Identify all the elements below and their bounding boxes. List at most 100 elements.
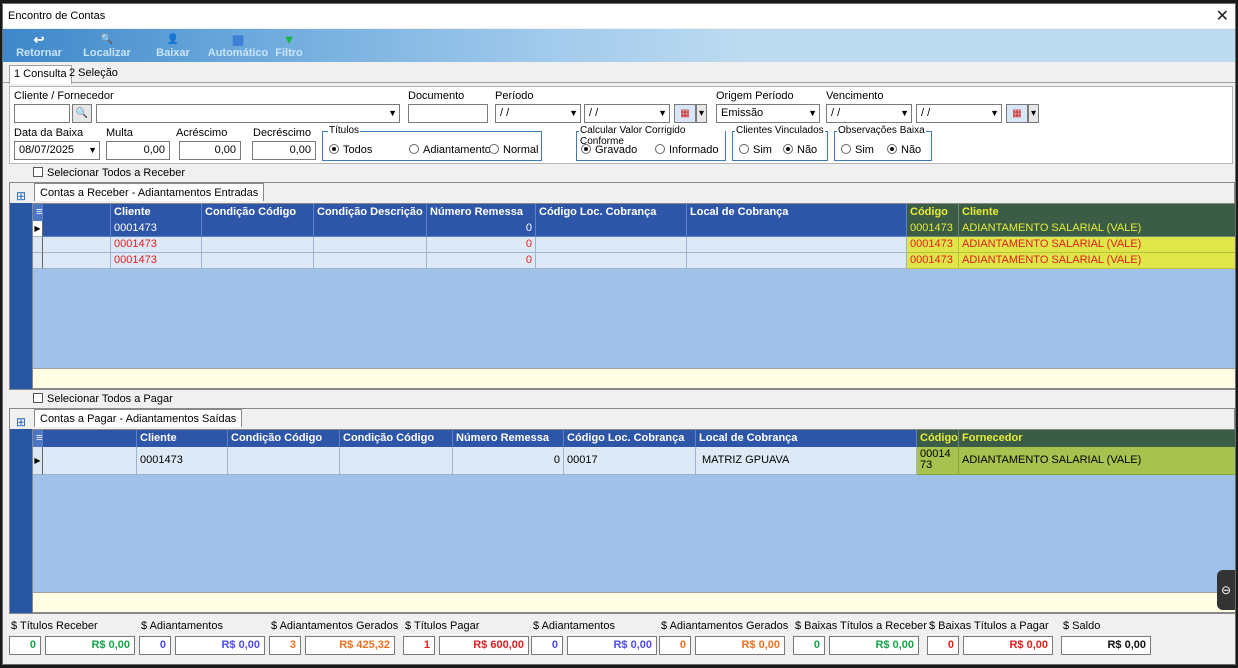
col-local-cobranca[interactable]: Local de Cobrança [696, 430, 917, 447]
titulos-pagar-value: R$ 600,00 [439, 636, 529, 655]
baixar-button[interactable]: 👤 Baixar [151, 32, 195, 60]
col-codigo-loc-cobranca[interactable]: Código Loc. Cobrança [536, 204, 687, 221]
table-row[interactable]: ▶ 0001473 0 0001473 ADIANTAMENTO SALARIA… [33, 221, 1235, 237]
col-empty [43, 430, 137, 447]
col-numero-remessa[interactable]: Número Remessa [427, 204, 536, 221]
tab-pagar[interactable]: Contas a Pagar - Adiantamentos Saídas [34, 409, 243, 427]
calcular-informado-radio[interactable]: Informado [655, 144, 719, 156]
select-all-pagar-checkbox[interactable]: Selecionar Todos a Pagar [33, 393, 173, 405]
calendar-icon: ▦ [680, 108, 690, 119]
calcular-gravado-radio[interactable]: Gravado [581, 144, 637, 156]
col-cliente[interactable]: Cliente [111, 204, 202, 221]
close-icon[interactable]: ✕ [1216, 6, 1229, 26]
filter-icon: ▼ [282, 32, 296, 47]
col-cliente-nome[interactable]: Cliente [959, 204, 1235, 221]
receber-grid: ≡ Cliente Condição Código Condição Descr… [32, 203, 1235, 389]
vencimento-ate-combo[interactable]: / / ▼ [916, 104, 1002, 123]
observacoes-nao-radio[interactable]: Não [887, 144, 921, 156]
tab-receber[interactable]: Contas a Receber - Adiantamentos Entrada… [34, 183, 265, 201]
vinculados-sim-radio[interactable]: Sim [739, 144, 772, 156]
periodo-calendar-dropdown[interactable]: ▾ [696, 104, 707, 123]
search-icon: 🔍 [100, 34, 114, 45]
observacoes-sim-radio[interactable]: Sim [841, 144, 874, 156]
column-menu-icon[interactable]: ≡ [33, 204, 43, 221]
collapse-side-icon[interactable]: ⊖ [1217, 570, 1235, 610]
titulos-normal-radio[interactable]: Normal [489, 144, 538, 156]
col-codigo[interactable]: Código [917, 430, 959, 447]
toolbar: ↩ Retornar 🔍 Localizar 👤 Baixar ▦ Automá… [3, 29, 1235, 62]
tab-consulta[interactable]: 1 Consulta [9, 65, 72, 84]
col-numero-remessa[interactable]: Número Remessa [453, 430, 564, 447]
column-menu-icon[interactable]: ≡ [33, 430, 43, 447]
chevron-down-icon: ▼ [88, 145, 97, 155]
baixas-receber-count: 0 [793, 636, 825, 655]
grid-config-icon[interactable]: ⊞ [16, 415, 26, 429]
chevron-down-icon: ▼ [900, 108, 909, 118]
table-row[interactable]: 0001473 0 0001473 ADIANTAMENTO SALARIAL … [33, 253, 1235, 269]
return-icon: ↩ [33, 32, 45, 47]
select-all-receber-checkbox[interactable]: Selecionar Todos a Receber [33, 167, 185, 179]
vencimento-de-combo[interactable]: / / ▼ [826, 104, 912, 123]
filtro-button[interactable]: ▼ Filtro [271, 32, 307, 60]
titulos-adiantamentos-radio[interactable]: Adiantamentos [409, 144, 496, 156]
acrescimo-label: Acréscimo [176, 127, 228, 139]
col-condicao-codigo-2[interactable]: Condição Código [340, 430, 453, 447]
data-baixa-label: Data da Baixa [14, 127, 84, 139]
calendar-icon: ▦ [1012, 108, 1022, 119]
origem-label: Origem Período [716, 90, 794, 102]
documento-input[interactable] [408, 104, 488, 123]
periodo-de-combo[interactable]: / / ▼ [495, 104, 581, 123]
decrescimo-input[interactable]: 0,00 [252, 141, 316, 160]
acrescimo-input[interactable]: 0,00 [179, 141, 241, 160]
col-codigo[interactable]: Código [907, 204, 959, 221]
adiant-gerados-pagar-value: R$ 0,00 [695, 636, 785, 655]
chevron-down-icon: ▾ [1030, 108, 1037, 119]
col-condicao-codigo[interactable]: Condição Código [202, 204, 314, 221]
receber-grid-header: ≡ Cliente Condição Código Condição Descr… [33, 204, 1235, 221]
origem-combo[interactable]: Emissão ▼ [716, 104, 820, 123]
titulos-pagar-count: 1 [403, 636, 435, 655]
col-condicao-codigo[interactable]: Condição Código [228, 430, 340, 447]
window-title: Encontro de Contas [8, 10, 106, 22]
titulos-todos-radio[interactable]: Todos [329, 144, 372, 156]
multa-label: Multa [106, 127, 133, 139]
vinculados-nao-radio[interactable]: Não [783, 144, 817, 156]
periodo-ate-combo[interactable]: / / ▼ [584, 104, 670, 123]
pagar-grid: ≡ Cliente Condição Código Condição Códig… [32, 429, 1235, 613]
baixas-pagar-label: $ Baixas Títulos a Pagar [929, 620, 1049, 632]
chevron-down-icon: ▼ [808, 108, 817, 118]
baixas-pagar-value: R$ 0,00 [963, 636, 1053, 655]
cliente-name-combo[interactable]: ▼ [96, 104, 400, 123]
saldo-value: R$ 0,00 [1061, 636, 1151, 655]
multa-input[interactable]: 0,00 [106, 141, 170, 160]
pagar-left-bar [10, 429, 32, 613]
col-local-cobranca[interactable]: Local de Cobrança [687, 204, 907, 221]
data-baixa-combo[interactable]: 08/07/2025 ▼ [14, 141, 100, 160]
pagar-grid-panel: ⊞ Contas a Pagar - Adiantamentos Saídas … [9, 408, 1235, 614]
col-cliente[interactable]: Cliente [137, 430, 228, 447]
documento-label: Documento [408, 90, 465, 102]
search-cliente-button[interactable]: 🔍 [72, 104, 92, 123]
automatico-button[interactable]: ▦ Automático [205, 32, 271, 60]
col-codigo-loc-cobranca[interactable]: Código Loc. Cobrança [564, 430, 696, 447]
adiant-gerados-receber-label: $ Adiantamentos Gerados [271, 620, 399, 632]
retornar-button[interactable]: ↩ Retornar [13, 32, 65, 60]
localizar-button[interactable]: 🔍 Localizar [79, 32, 135, 60]
periodo-calendar-button[interactable]: ▦ [674, 104, 696, 123]
table-row[interactable]: ▶ 0001473 0 00017 MATRIZ GPUAVA 0001473 … [33, 447, 1235, 475]
observacoes-group: Observações Baixa Sim Não [834, 125, 932, 161]
baixas-receber-value: R$ 0,00 [829, 636, 919, 655]
tab-selecao[interactable]: 2 Seleção [65, 65, 122, 83]
cliente-code-input[interactable] [14, 104, 70, 123]
grid-config-icon[interactable]: ⊞ [16, 189, 26, 203]
pagar-grid-header: ≡ Cliente Condição Código Condição Códig… [33, 430, 1235, 447]
col-condicao-descricao[interactable]: Condição Descrição [314, 204, 427, 221]
vencimento-calendar-dropdown[interactable]: ▾ [1028, 104, 1039, 123]
main-window: Encontro de Contas ✕ ↩ Retornar 🔍 Locali… [2, 3, 1236, 665]
adiantamentos-pagar-count: 0 [531, 636, 563, 655]
chevron-down-icon: ▾ [698, 108, 705, 119]
col-fornecedor[interactable]: Fornecedor [959, 430, 1235, 447]
vencimento-calendar-button[interactable]: ▦ [1006, 104, 1028, 123]
table-row[interactable]: 0001473 0 0001473 ADIANTAMENTO SALARIAL … [33, 237, 1235, 253]
chevron-down-icon: ▼ [569, 108, 578, 118]
